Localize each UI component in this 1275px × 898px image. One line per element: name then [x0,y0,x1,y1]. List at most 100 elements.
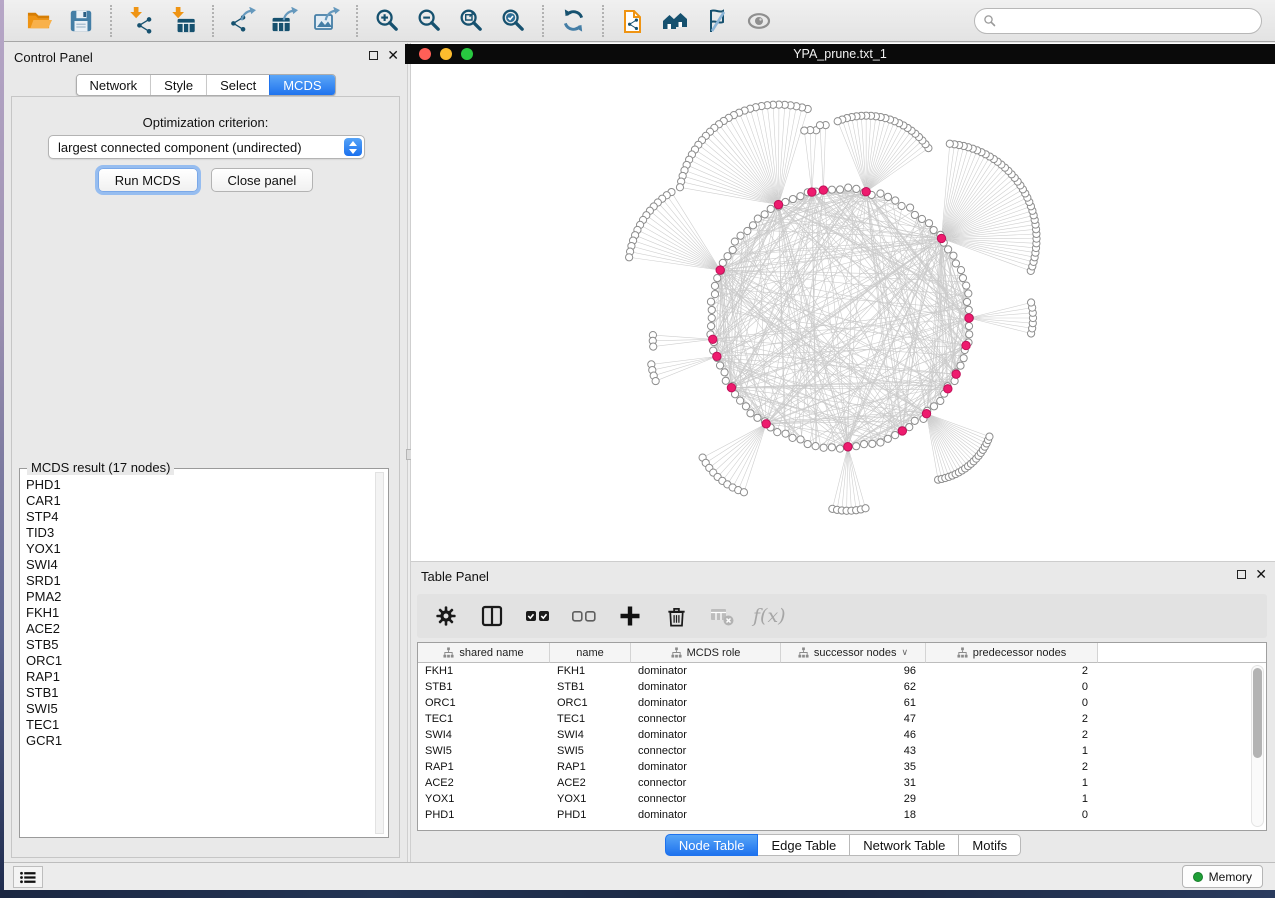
network-node[interactable] [714,275,721,282]
network-node[interactable] [966,331,973,338]
network-node[interactable] [892,432,899,439]
column-header-predecessor-nodes[interactable]: predecessor nodes [926,643,1098,663]
network-leaf-node[interactable] [626,254,633,261]
network-node[interactable] [853,443,860,450]
network-node[interactable] [911,417,918,424]
run-mcds-button[interactable]: Run MCDS [98,168,198,192]
table-row-STB1[interactable]: STB1STB1dominator620 [418,679,1266,695]
search-input[interactable] [1002,13,1261,30]
mcds-result-item[interactable]: STB5 [26,637,372,653]
network-node[interactable] [707,323,714,330]
table-scrollbar[interactable] [1251,665,1264,827]
network-node[interactable] [892,197,899,204]
mcds-dominator-node[interactable] [952,370,960,378]
network-node[interactable] [828,444,835,451]
zoom-selected-button[interactable] [495,4,531,38]
close-panel-icon[interactable]: ✕ [387,50,399,61]
network-node[interactable] [737,397,744,404]
tab-mcds[interactable]: MCDS [269,75,334,95]
network-node[interactable] [836,445,843,452]
table-scrollbar-thumb[interactable] [1253,668,1262,758]
network-node[interactable] [708,306,715,313]
mcds-dominator-node[interactable] [937,234,945,242]
select-all-button[interactable] [523,601,553,631]
network-node[interactable] [965,323,972,330]
hide-graphics-details-button[interactable] [699,4,735,38]
network-node[interactable] [707,298,714,305]
network-node[interactable] [957,362,964,369]
column-header-name[interactable]: name [550,643,631,663]
mcds-dominator-node[interactable] [727,383,735,391]
table-row-ORC1[interactable]: ORC1ORC1dominator610 [418,695,1266,711]
network-node[interactable] [957,266,964,273]
network-node[interactable] [804,440,811,447]
network-node[interactable] [724,253,731,260]
close-panel-icon[interactable]: ✕ [1255,569,1267,580]
mcds-result-item[interactable]: TID3 [26,525,372,541]
mcds-result-item[interactable]: SRD1 [26,573,372,589]
status-menu-button[interactable] [13,866,43,888]
network-node[interactable] [898,202,905,209]
table-row-SWI4[interactable]: SWI4SWI4dominator462 [418,727,1266,743]
network-node[interactable] [711,291,718,298]
show-graphics-details-button[interactable] [741,4,777,38]
network-node[interactable] [963,282,970,289]
network-leaf-node[interactable] [1027,299,1034,306]
network-node[interactable] [937,397,944,404]
refresh-button[interactable] [555,4,591,38]
network-node[interactable] [797,193,804,200]
zoom-traffic-light[interactable] [461,48,473,60]
network-node[interactable] [747,410,754,417]
network-node[interactable] [959,274,966,281]
table-row-TEC1[interactable]: TEC1TEC1connector472 [418,711,1266,727]
table-row-PHD1[interactable]: PHD1PHD1dominator180 [418,807,1266,823]
mcds-dominator-node[interactable] [774,200,782,208]
column-header-successor-nodes[interactable]: successor nodes∨ [781,643,926,663]
mcds-dominator-node[interactable] [819,186,827,194]
table-settings-button[interactable] [431,601,461,631]
network-node[interactable] [722,377,729,384]
network-node[interactable] [828,186,835,193]
zoom-fit-button[interactable] [453,4,489,38]
tab-motifs[interactable]: Motifs [959,834,1021,856]
first-neighbors-button[interactable] [657,4,693,38]
mcds-result-item[interactable]: YOX1 [26,541,372,557]
network-leaf-node[interactable] [986,433,993,440]
mcds-result-item[interactable]: PMA2 [26,589,372,605]
mcds-dominator-node[interactable] [862,187,870,195]
mcds-result-item[interactable]: FKH1 [26,605,372,621]
column-header-shared-name[interactable]: shared name [418,643,550,663]
mcds-result-item[interactable]: SWI5 [26,701,372,717]
network-leaf-node[interactable] [676,184,683,191]
network-node[interactable] [744,227,751,234]
mcds-dominator-node[interactable] [709,335,717,343]
tab-edge-table[interactable]: Edge Table [758,834,850,856]
network-node[interactable] [965,290,972,297]
mcds-result-item[interactable]: SWI4 [26,557,372,573]
network-node[interactable] [930,226,937,233]
new-network-from-selection-button[interactable] [615,4,651,38]
show-columns-button[interactable] [477,601,507,631]
network-node[interactable] [911,211,918,218]
search-field[interactable] [974,8,1262,34]
network-leaf-node[interactable] [740,489,747,496]
mcds-dominator-node[interactable] [716,266,724,274]
mcds-dominator-node[interactable] [965,314,973,322]
minimize-traffic-light[interactable] [440,48,452,60]
network-node[interactable] [742,403,749,410]
network-node[interactable] [782,430,789,437]
table-row-RAP1[interactable]: RAP1RAP1dominator352 [418,759,1266,775]
float-panel-icon[interactable] [1237,570,1246,579]
network-node[interactable] [845,184,852,191]
memory-button[interactable]: Memory [1182,865,1263,888]
delete-column-button[interactable] [661,601,691,631]
mcds-result-item[interactable]: CAR1 [26,493,372,509]
network-canvas[interactable] [411,64,1275,561]
network-node[interactable] [754,414,761,421]
network-leaf-node[interactable] [650,343,657,350]
column-header-MCDS-role[interactable]: MCDS role [631,643,781,663]
close-panel-button[interactable]: Close panel [211,168,314,192]
export-table-button[interactable] [267,4,303,38]
zoom-in-button[interactable] [369,4,405,38]
network-node[interactable] [708,314,715,321]
